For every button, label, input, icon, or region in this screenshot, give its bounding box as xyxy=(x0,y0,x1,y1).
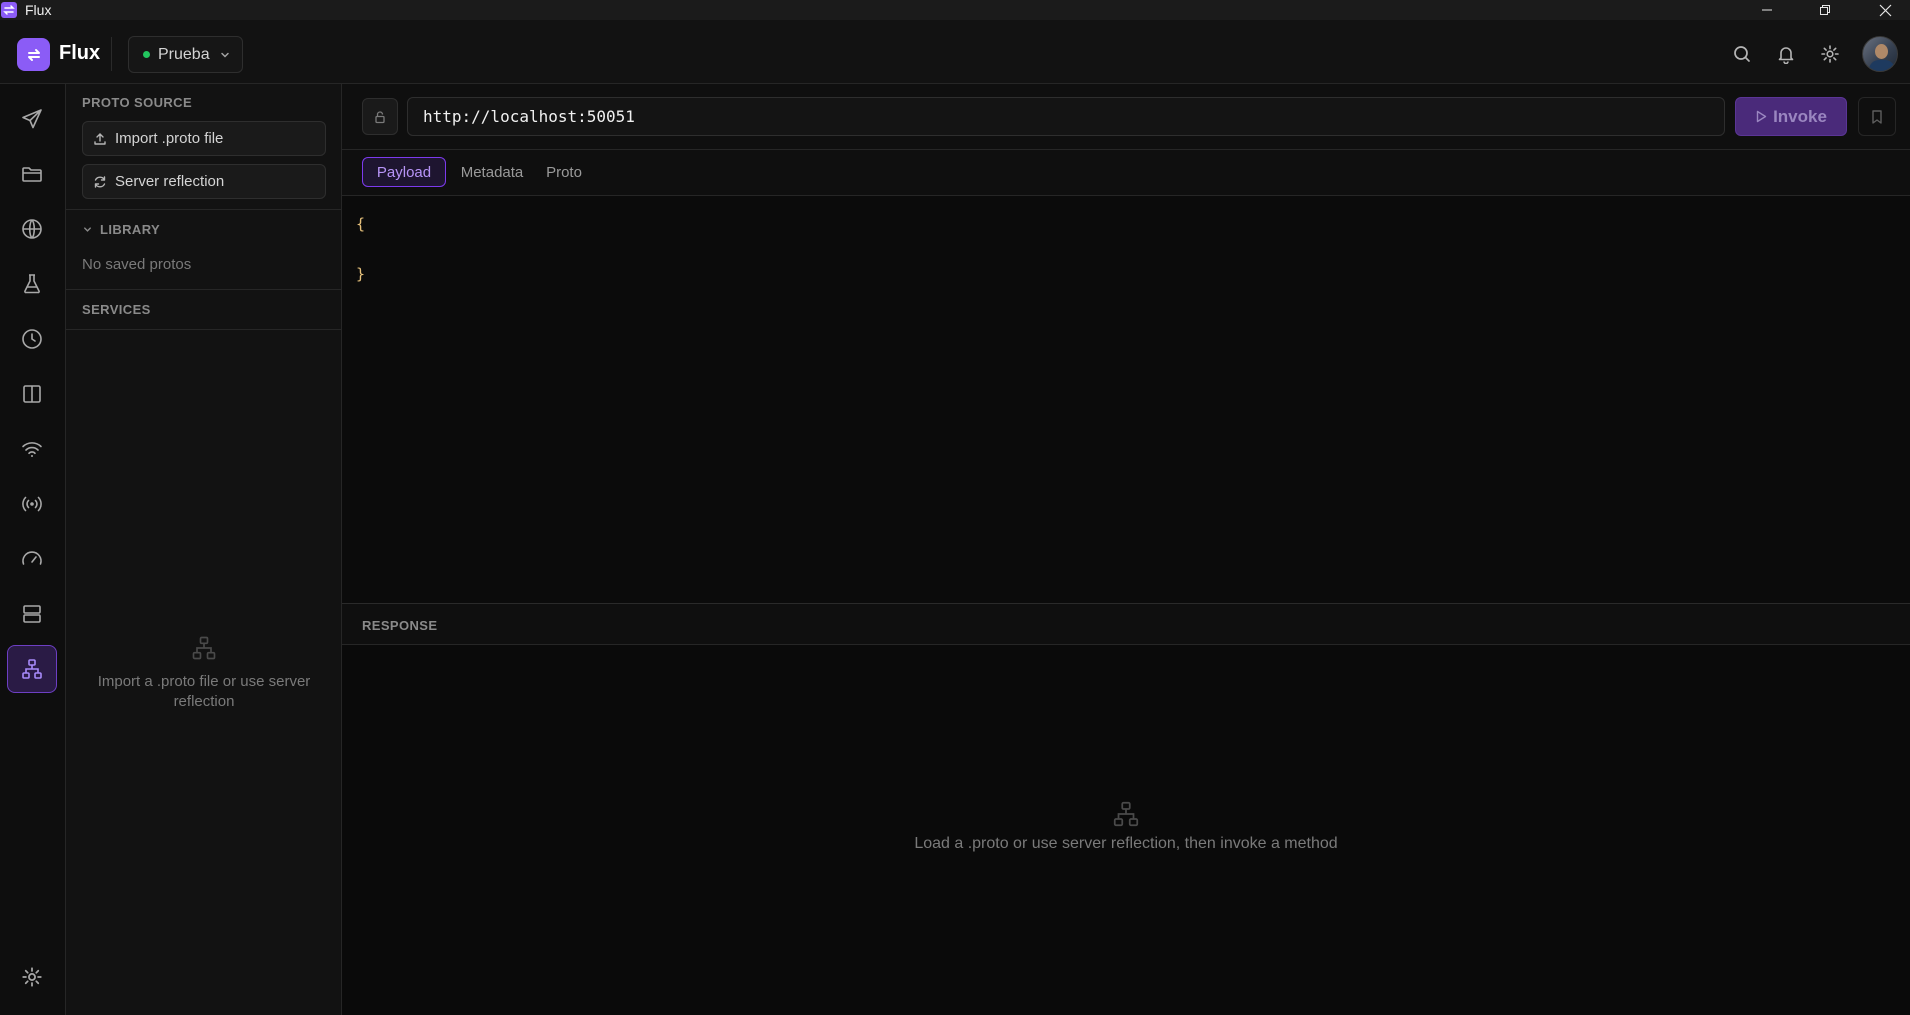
window-title: Flux xyxy=(25,2,52,18)
proto-sidebar: PROTO SOURCE Import .proto file Server r… xyxy=(66,84,342,1015)
import-proto-button[interactable]: Import .proto file xyxy=(82,121,326,156)
sitemap-icon xyxy=(66,634,342,662)
history-icon[interactable] xyxy=(7,315,57,363)
response-panel: Load a .proto or use server reflection, … xyxy=(342,645,1910,1015)
upload-icon xyxy=(93,132,107,146)
url-input[interactable] xyxy=(407,97,1725,136)
import-proto-label: Import .proto file xyxy=(115,130,224,147)
tab-metadata[interactable]: Metadata xyxy=(454,157,530,187)
wifi-icon[interactable] xyxy=(7,425,57,473)
minimize-button[interactable] xyxy=(1744,0,1790,20)
library-empty-text: No saved protos xyxy=(82,256,192,273)
server-icon[interactable] xyxy=(7,590,57,638)
globe-icon[interactable] xyxy=(7,205,57,253)
refresh-icon xyxy=(93,175,107,189)
response-empty-state: Load a .proto or use server reflection, … xyxy=(342,799,1910,853)
response-header: RESPONSE xyxy=(342,603,1910,645)
nav-rail xyxy=(0,84,66,1015)
settings-gear-icon[interactable] xyxy=(7,953,57,1001)
library-title: LIBRARY xyxy=(100,222,161,237)
app-name: Flux xyxy=(59,42,101,64)
bookmark-icon xyxy=(1870,109,1884,125)
request-tabs: Payload Metadata Proto xyxy=(342,150,1910,196)
library-toggle[interactable]: LIBRARY xyxy=(82,222,160,237)
services-empty-text: Import a .proto file or use server refle… xyxy=(97,673,311,710)
code-line: } xyxy=(356,265,366,283)
tls-toggle-button[interactable] xyxy=(362,98,398,135)
flux-logo-icon xyxy=(17,38,50,71)
divider xyxy=(66,289,342,290)
tab-proto[interactable]: Proto xyxy=(538,157,590,187)
avatar[interactable] xyxy=(1862,36,1898,72)
services-title: SERVICES xyxy=(82,302,151,317)
environment-label: Prueba xyxy=(158,45,210,63)
send-icon[interactable] xyxy=(7,95,57,143)
folder-icon[interactable] xyxy=(7,150,57,198)
code-line: { xyxy=(356,215,366,233)
payload-editor[interactable]: { } xyxy=(342,196,1910,603)
window-titlebar: Flux xyxy=(0,0,1910,20)
gear-icon[interactable] xyxy=(1818,42,1842,66)
server-reflection-label: Server reflection xyxy=(115,173,225,190)
flask-icon[interactable] xyxy=(7,260,57,308)
chevron-down-icon xyxy=(82,224,93,235)
gauge-icon[interactable] xyxy=(7,535,57,583)
tab-payload[interactable]: Payload xyxy=(362,157,446,187)
response-title: RESPONSE xyxy=(362,618,438,633)
env-status-dot xyxy=(143,51,150,58)
bell-icon[interactable] xyxy=(1774,42,1798,66)
invoke-button[interactable]: Invoke xyxy=(1735,97,1847,136)
chevron-down-icon xyxy=(219,49,231,61)
broadcast-icon[interactable] xyxy=(7,480,57,528)
grpc-icon[interactable] xyxy=(7,645,57,693)
play-icon xyxy=(1755,110,1767,123)
sitemap-icon xyxy=(342,799,1910,829)
divider xyxy=(66,209,342,210)
save-request-button[interactable] xyxy=(1858,97,1896,136)
proto-source-title: PROTO SOURCE xyxy=(82,95,193,110)
lock-icon xyxy=(373,110,387,124)
columns-icon[interactable] xyxy=(7,370,57,418)
environment-selector[interactable]: Prueba xyxy=(128,36,243,73)
app-logo-icon xyxy=(1,2,17,18)
header-divider xyxy=(111,37,112,71)
app-header: Flux Prueba xyxy=(0,20,1910,84)
invoke-label: Invoke xyxy=(1773,106,1827,126)
response-empty-text: Load a .proto or use server reflection, … xyxy=(914,835,1338,852)
divider xyxy=(66,329,342,330)
close-window-button[interactable] xyxy=(1862,0,1908,20)
search-icon[interactable] xyxy=(1730,42,1754,66)
restore-button[interactable] xyxy=(1802,0,1848,20)
server-reflection-button[interactable]: Server reflection xyxy=(82,164,326,199)
request-bar: Invoke xyxy=(342,84,1910,150)
services-empty-state: Import a .proto file or use server refle… xyxy=(66,634,342,712)
